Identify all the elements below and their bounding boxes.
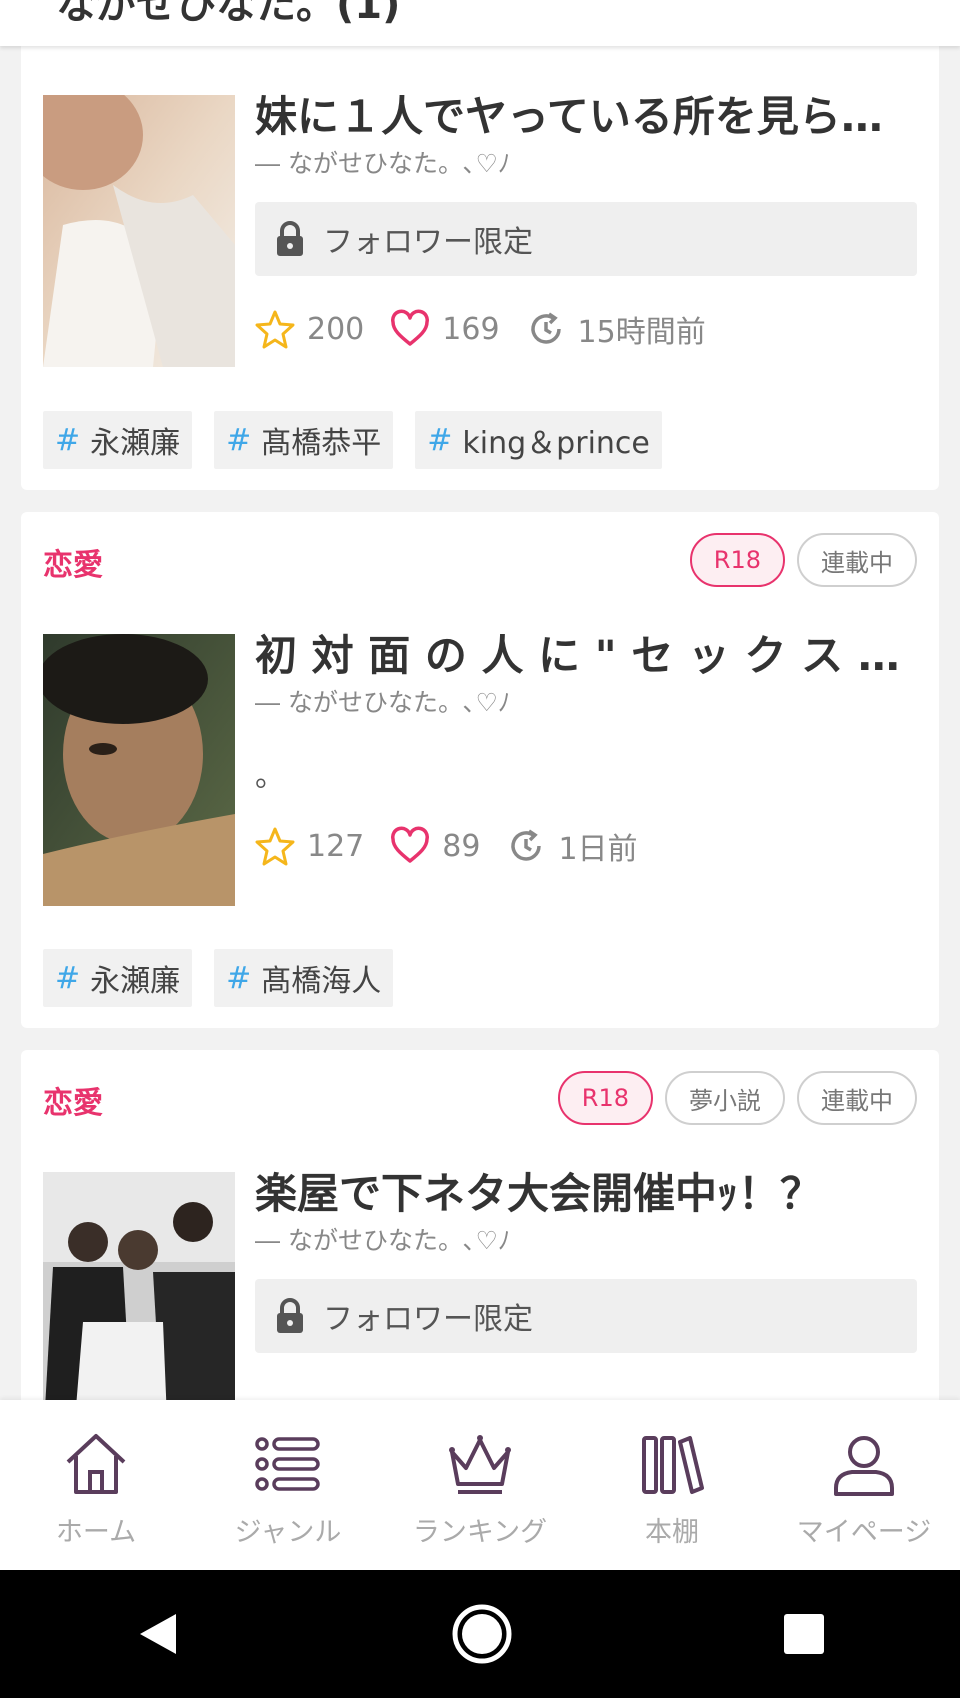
list-icon bbox=[255, 1437, 320, 1491]
tag[interactable]: # 永瀬廉 bbox=[43, 949, 193, 1007]
clock-icon bbox=[511, 829, 542, 861]
hashtag-icon: # bbox=[55, 422, 81, 458]
nav-genre[interactable]: ジャンル bbox=[192, 1400, 384, 1570]
follower-only-label: フォロワー限定 bbox=[323, 1302, 533, 1337]
cover-image[interactable] bbox=[43, 95, 235, 367]
follower-only-label: フォロワー限定 bbox=[323, 225, 533, 260]
stats-row: 127 89 1日前 bbox=[255, 823, 917, 869]
clock-icon bbox=[530, 312, 561, 344]
novel-feed[interactable]: 妹に１人でヤっている所を見ら… ― ながせひなた。､♡ﾉ フォロワー限定 200… bbox=[0, 0, 960, 1400]
tag-list: # 永瀬廉 # 髙橋恭平 # king＆prince bbox=[43, 411, 662, 469]
nav-home-label: ホーム bbox=[55, 1517, 137, 1548]
hashtag-icon: # bbox=[226, 960, 252, 996]
novel-card[interactable]: 恋愛 R18 夢小説 連載中 楽屋で下ネタ大会開催中ｯ！？ ― ながせひなた。､… bbox=[21, 1050, 939, 1400]
home-button-icon[interactable] bbox=[451, 1603, 513, 1665]
hashtag-icon: # bbox=[55, 960, 81, 996]
badge-row: R18 連載中 bbox=[689, 533, 917, 587]
hashtag-icon: # bbox=[427, 422, 453, 458]
tag[interactable]: # king＆prince bbox=[415, 411, 662, 469]
nav-bookshelf-label: 本棚 bbox=[645, 1517, 699, 1548]
heart-icon bbox=[391, 309, 430, 346]
home-icon bbox=[66, 1434, 126, 1494]
stats-row: 200 169 15時間前 bbox=[255, 306, 917, 352]
tag-list: # 永瀬廉 # 髙橋海人 bbox=[43, 949, 394, 1007]
tag-label: king＆prince bbox=[462, 426, 650, 461]
follower-only-notice: フォロワー限定 bbox=[255, 1279, 917, 1353]
hashtag-icon: # bbox=[226, 422, 252, 458]
card-info: 初 対 面 の 人 に " セ ッ ク ス し よｯ… ― ながせひなた。､♡ﾉ… bbox=[255, 627, 917, 869]
person-icon bbox=[834, 1436, 894, 1496]
novel-card[interactable]: 恋愛 R18 連載中 初 対 面 の 人 に " セ ッ ク ス し ― ながせ… bbox=[21, 512, 939, 1028]
tag-label: 髙橋海人 bbox=[261, 964, 382, 999]
novel-title[interactable]: 初 対 面 の 人 に " セ ッ ク ス し よｯ… bbox=[255, 627, 917, 685]
tag[interactable]: # 髙橋海人 bbox=[214, 949, 394, 1007]
tag-label: 永瀬廉 bbox=[90, 964, 181, 999]
like-count: 169 bbox=[442, 311, 500, 347]
novel-description: 。 bbox=[255, 759, 285, 794]
tag-label: 永瀬廉 bbox=[90, 426, 181, 461]
r18-badge: R18 bbox=[689, 533, 785, 587]
tag[interactable]: # 永瀬廉 bbox=[43, 411, 193, 469]
nav-mypage-label: マイページ bbox=[796, 1517, 932, 1548]
system-navigation-bar bbox=[0, 1570, 960, 1698]
card-info: 妹に１人でヤっている所を見ら… ― ながせひなた。､♡ﾉ フォロワー限定 200… bbox=[255, 88, 917, 352]
updated-time: 15時間前 bbox=[577, 315, 706, 350]
tag[interactable]: # 髙橋恭平 bbox=[214, 411, 394, 469]
nav-genre-label: ジャンル bbox=[234, 1517, 342, 1548]
star-icon bbox=[255, 827, 295, 866]
badge-row: R18 夢小説 連載中 bbox=[557, 1071, 917, 1125]
recents-icon[interactable] bbox=[784, 1614, 825, 1654]
novel-card[interactable]: 妹に１人でヤっている所を見ら… ― ながせひなた。､♡ﾉ フォロワー限定 200… bbox=[21, 0, 939, 490]
nav-home[interactable]: ホーム bbox=[0, 1400, 192, 1570]
follower-only-notice: フォロワー限定 bbox=[255, 202, 917, 276]
novel-title[interactable]: 妹に１人でヤっている所を見ら… bbox=[255, 88, 917, 146]
nav-ranking-label: ランキング bbox=[412, 1517, 548, 1548]
heart-icon bbox=[391, 826, 430, 863]
lock-icon bbox=[277, 221, 303, 256]
author-name[interactable]: ― ながせひなた。､♡ﾉ bbox=[255, 687, 917, 719]
star-icon bbox=[255, 310, 295, 349]
crown-icon bbox=[449, 1435, 511, 1494]
bottom-navigation: ホーム ジャンル ランキング 本棚 マイページ bbox=[0, 1400, 960, 1570]
author-name[interactable]: ― ながせひなた。､♡ﾉ bbox=[255, 1225, 917, 1257]
nav-bookshelf[interactable]: 本棚 bbox=[576, 1400, 768, 1570]
author-page-title: ながせひなた。(1) bbox=[56, 0, 401, 28]
status-badge: 連載中 bbox=[797, 533, 917, 587]
status-badge: 連載中 bbox=[797, 1071, 917, 1125]
cover-image[interactable] bbox=[43, 634, 235, 906]
updated-time: 1日前 bbox=[558, 832, 638, 867]
star-count: 127 bbox=[307, 828, 365, 864]
genre-badge: 夢小説 bbox=[665, 1071, 785, 1125]
card-info: 楽屋で下ネタ大会開催中ｯ！？ ― ながせひなた。､♡ﾉ フォロワー限定 bbox=[255, 1165, 917, 1353]
nav-ranking[interactable]: ランキング bbox=[384, 1400, 576, 1570]
bookshelf-icon bbox=[642, 1436, 704, 1494]
tag-label: 髙橋恭平 bbox=[261, 426, 382, 461]
genre-label: 恋愛 bbox=[43, 1086, 103, 1121]
r18-badge: R18 bbox=[557, 1071, 653, 1125]
genre-label: 恋愛 bbox=[43, 548, 103, 583]
lock-icon bbox=[277, 1298, 303, 1333]
novel-title[interactable]: 楽屋で下ネタ大会開催中ｯ！？ bbox=[255, 1165, 917, 1223]
back-icon[interactable] bbox=[136, 1612, 180, 1656]
top-bar: ながせひなた。(1) bbox=[0, 0, 960, 46]
star-count: 200 bbox=[307, 311, 365, 347]
like-count: 89 bbox=[442, 828, 481, 864]
cover-image[interactable] bbox=[43, 1172, 235, 1400]
author-name[interactable]: ― ながせひなた。､♡ﾉ bbox=[255, 148, 917, 180]
nav-mypage[interactable]: マイページ bbox=[768, 1400, 960, 1570]
